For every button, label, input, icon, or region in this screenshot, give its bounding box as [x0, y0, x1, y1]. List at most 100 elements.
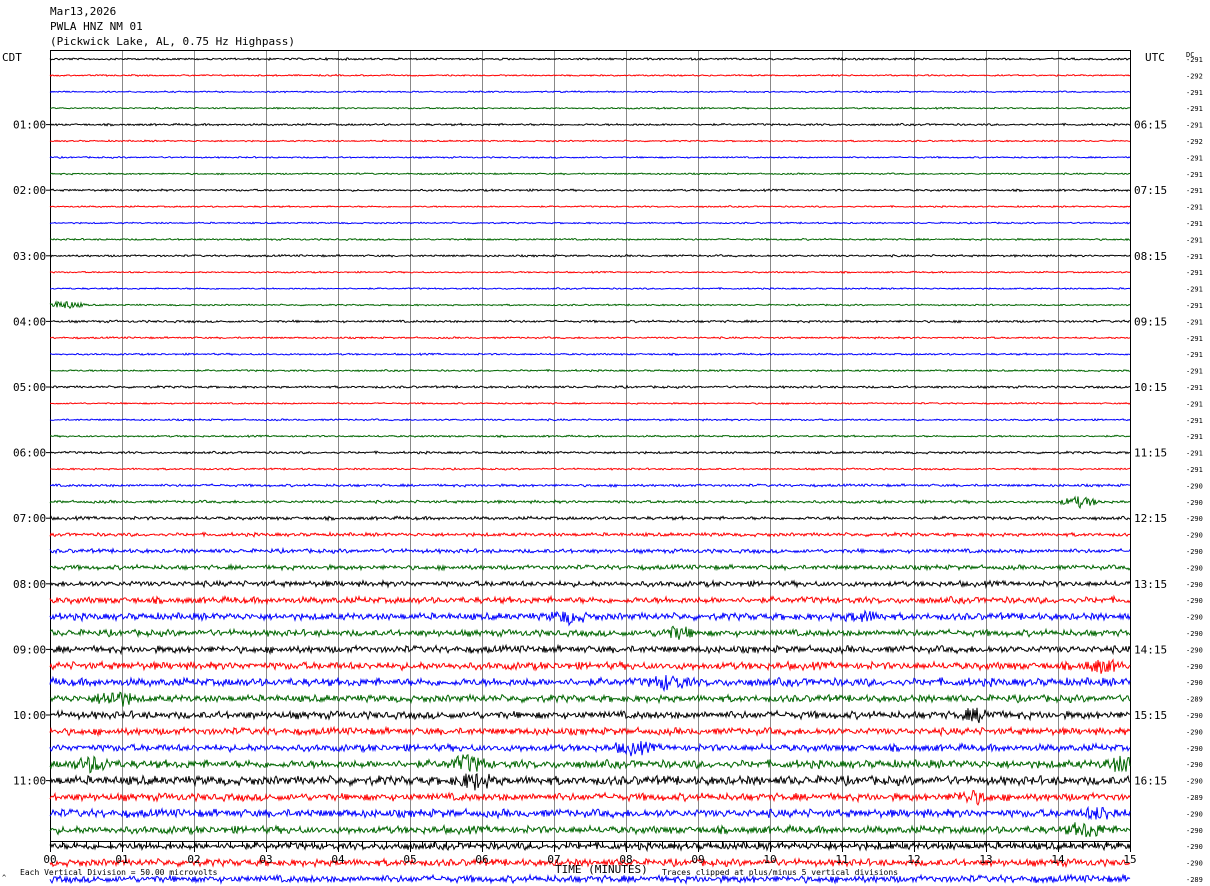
scale-note: Each Vertical Division = 50.00 microvolt…	[20, 868, 218, 877]
dc-offset-label: -291	[1186, 171, 1203, 179]
trace-row	[49, 270, 1131, 274]
dc-offset-label: -291	[1186, 384, 1203, 392]
x-tick-label: 12	[907, 853, 920, 866]
dc-offset-label: -291	[1186, 400, 1203, 408]
dc-offset-label: -290	[1186, 564, 1203, 572]
trace-row	[50, 467, 1131, 471]
trace-row	[49, 643, 1131, 656]
right-time-label: 10:15	[1134, 381, 1167, 394]
corner-mark: ^	[2, 874, 6, 882]
trace-row	[49, 805, 1131, 821]
left-time-label: 11:00	[13, 775, 46, 788]
dc-offset-label: -290	[1186, 482, 1203, 490]
dc-offset-label: -291	[1186, 450, 1203, 458]
trace-row	[49, 546, 1131, 555]
trace-row	[49, 56, 1131, 62]
left-time-labels: 01:00 02:00 03:00 04:00 05:00 06:00 07:00 08:00…	[13, 119, 50, 788]
dc-offset-label: -291	[1186, 220, 1203, 228]
dc-offset-label: -291	[1186, 433, 1203, 441]
left-time-label: 07:00	[13, 512, 46, 525]
right-time-label: 09:15	[1134, 315, 1167, 328]
dc-offset-label: -291	[1186, 302, 1203, 310]
dc-offset-label: -291	[1186, 351, 1203, 359]
dc-offset-label: -290	[1186, 548, 1203, 556]
trace-row	[49, 658, 1131, 674]
right-time-label: 15:15	[1134, 709, 1167, 722]
left-time-label: 08:00	[13, 578, 46, 591]
trace-row	[49, 675, 1131, 693]
trace-row	[49, 495, 1131, 510]
x-tick-label: 06	[475, 853, 488, 866]
dc-offset-label: -291	[1186, 187, 1203, 195]
trace-row	[49, 188, 1131, 193]
right-timezone-label: UTC	[1145, 51, 1165, 64]
dc-offset-label: -290	[1186, 778, 1203, 786]
dc-offset-label: -290	[1186, 810, 1203, 818]
trace-row	[49, 515, 1131, 522]
trace-row	[49, 594, 1131, 606]
dc-offset-label: -290	[1186, 761, 1203, 769]
trace-row	[49, 563, 1131, 572]
trace-row	[49, 754, 1131, 774]
trace-row	[49, 822, 1131, 838]
dc-offset-label: -291	[1186, 368, 1203, 376]
x-tick-label: 11	[835, 853, 848, 866]
trace-row	[50, 336, 1131, 340]
dc-offset-label: -290	[1186, 843, 1203, 851]
trace-row	[49, 434, 1131, 439]
x-tick-label: 13	[979, 853, 992, 866]
trace-row	[49, 450, 1131, 455]
left-time-label: 10:00	[13, 709, 46, 722]
left-time-label: 09:00	[13, 643, 46, 656]
dc-offset-label: -290	[1186, 728, 1203, 736]
dc-offset-label: -291	[1186, 318, 1203, 326]
trace-row	[49, 691, 1131, 707]
trace-row	[49, 139, 1131, 143]
dc-offset-label: -291	[1186, 286, 1203, 294]
dc-offset-label: -291	[1186, 89, 1203, 97]
right-time-label: 13:15	[1134, 578, 1167, 591]
right-time-label: 11:15	[1134, 447, 1167, 460]
dc-offset-label: -290	[1186, 515, 1203, 523]
right-time-label: 16:15	[1134, 775, 1167, 788]
plot-station: PWLA HNZ NM 01	[50, 20, 143, 33]
left-time-label: 03:00	[13, 250, 46, 263]
dc-offset-label: -291	[1186, 236, 1203, 244]
right-time-label: 08:15	[1134, 250, 1167, 263]
dc-offset-label: -290	[1186, 614, 1203, 622]
plot-frame	[50, 50, 1131, 842]
dc-offset-label: -290	[1186, 532, 1203, 540]
dc-offset-label: -289	[1186, 696, 1203, 704]
x-tick-label: 01	[115, 853, 128, 866]
left-time-label: 05:00	[13, 381, 46, 394]
trace-row	[49, 707, 1131, 724]
dc-offset-label: -290	[1186, 597, 1203, 605]
trace-row	[49, 286, 1131, 291]
dc-offset-label: -291	[1186, 122, 1203, 130]
right-time-label: 12:15	[1134, 512, 1167, 525]
left-time-label: 01:00	[13, 119, 46, 132]
trace-row	[49, 401, 1131, 405]
dc-offset-label: -291	[1186, 335, 1203, 343]
x-tick-label: 00	[43, 853, 56, 866]
dc-offset-label: -291	[1186, 466, 1203, 474]
dc-offset-labels: -291 -292 -291 -291 -291 -292 -291 -291 -291 -291…	[1186, 56, 1203, 884]
dc-offset-label: -290	[1186, 712, 1203, 720]
trace-row	[49, 90, 1131, 94]
trace-row	[49, 789, 1131, 806]
dc-offset-label: -290	[1186, 581, 1203, 589]
trace-row	[49, 122, 1131, 127]
trace-row	[49, 204, 1131, 209]
dc-offset-label: -290	[1186, 679, 1203, 687]
plot-location: (Pickwick Lake, AL, 0.75 Hz Highpass)	[50, 35, 295, 48]
x-tick-label: 05	[403, 853, 416, 866]
dc-offset-label: -290	[1186, 630, 1203, 638]
dc-offset-label: -290	[1186, 646, 1203, 654]
seismic-traces	[49, 56, 1131, 885]
trace-row	[49, 578, 1131, 589]
dc-offset-label: -291	[1186, 105, 1203, 113]
trace-row	[49, 418, 1131, 422]
dc-offset-label: -290	[1186, 663, 1203, 671]
trace-row	[49, 531, 1130, 538]
left-timezone-label: CDT	[2, 51, 22, 64]
